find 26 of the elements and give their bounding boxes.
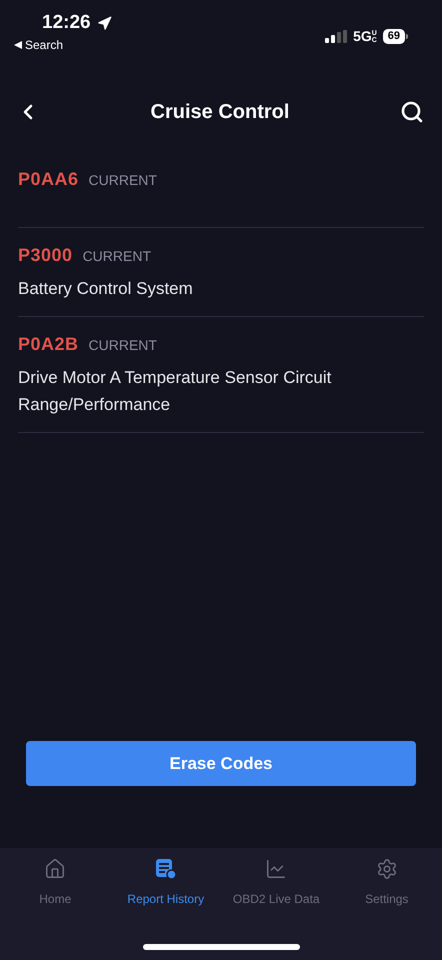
page-title: Cruise Control (150, 100, 290, 125)
location-arrow-icon (96, 16, 112, 30)
code-description: Battery Control System (18, 278, 194, 300)
report-icon (154, 858, 177, 880)
tab-bar-item[interactable]: Home (0, 858, 110, 908)
trouble-code: P0A2B (18, 333, 79, 356)
signal-icon (325, 30, 348, 43)
trouble-code: P0AA6 (18, 168, 79, 191)
erase-codes-button[interactable]: Erase Codes (26, 741, 416, 786)
code-description: Drive Motor A Temperature Sensor Circuit Range/Performance (18, 367, 332, 416)
tab-bar-item[interactable]: OBD2 Live Data (221, 858, 332, 908)
code-status: CURRENT (88, 336, 157, 355)
back-to-search-link[interactable]: Search (14, 38, 64, 52)
code-status: CURRENT (88, 171, 157, 190)
clock-time: 12:26 (42, 12, 91, 34)
home-icon (44, 858, 66, 880)
network-label: 5G (353, 27, 372, 46)
trouble-code: P3000 (18, 244, 73, 267)
line-chart-icon (265, 858, 288, 880)
search-icon (400, 100, 424, 124)
settings-icon (376, 858, 398, 880)
back-triangle-icon (14, 41, 22, 49)
tab-bar-item[interactable]: Report History (110, 858, 221, 908)
tab-bar-item[interactable]: Settings (332, 858, 442, 908)
battery-icon: 69 (382, 29, 405, 44)
code-status: CURRENT (82, 247, 152, 266)
